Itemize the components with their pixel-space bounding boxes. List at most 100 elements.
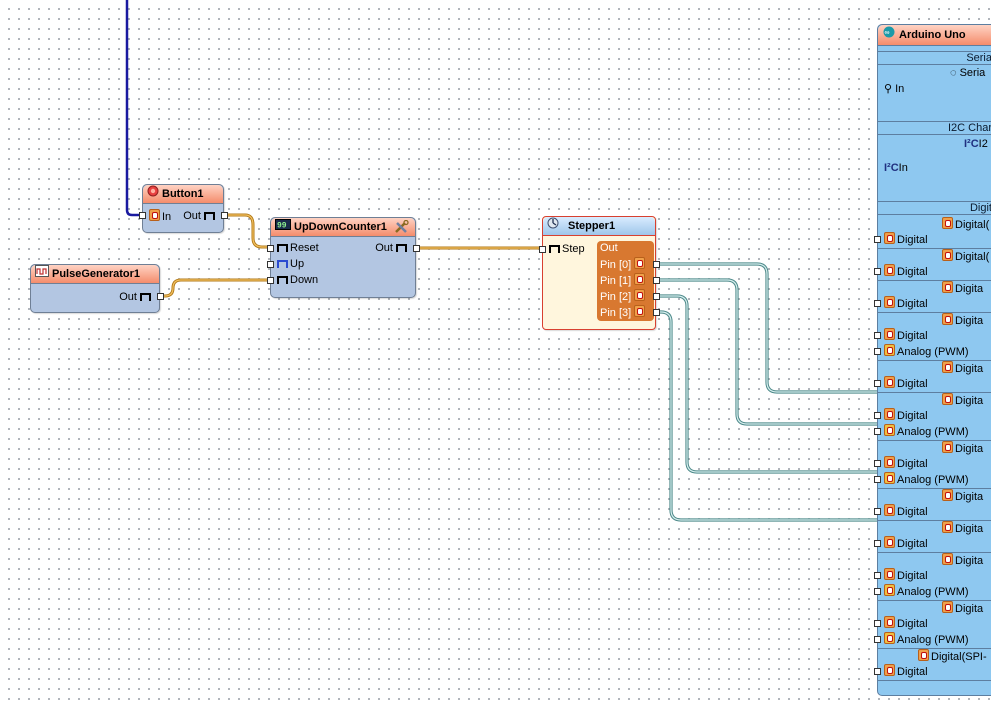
counter-down-pin[interactable] — [267, 277, 274, 284]
digital-header: Digit — [878, 202, 991, 215]
digital-input[interactable]: Digital — [874, 536, 928, 550]
digital-input[interactable]: Digital — [874, 232, 928, 246]
input-pin[interactable] — [874, 588, 881, 595]
digital-input[interactable]: Digital — [874, 664, 928, 678]
tools-icon[interactable] — [394, 219, 409, 240]
input-label: Analog (PWM) — [897, 426, 969, 438]
input-pin[interactable] — [874, 428, 881, 435]
input-pin[interactable] — [874, 412, 881, 419]
analog-pwm-input[interactable]: Analog (PWM) — [874, 424, 969, 438]
stepper-pin-1-out[interactable] — [653, 277, 660, 284]
i2c-header: I2C Char — [878, 122, 991, 135]
input-pin[interactable] — [874, 668, 881, 675]
digital-icon — [942, 521, 953, 533]
input-pin[interactable] — [874, 380, 881, 387]
arduino-title-bar[interactable]: ∞ Arduino Uno — [878, 25, 991, 46]
wire-pulse-to-down[interactable] — [156, 278, 272, 298]
digital-channel: Digita Digital — [874, 280, 991, 313]
input-pin[interactable] — [874, 540, 881, 547]
digital-input[interactable]: Digital — [874, 264, 928, 278]
digital-icon — [634, 305, 646, 317]
input-label: Digital — [897, 458, 928, 470]
counter-down-label: Down — [290, 274, 319, 286]
button-out-pin[interactable] — [221, 212, 228, 219]
wire-button-to-reset[interactable] — [220, 213, 272, 249]
digital-input[interactable]: Digital — [874, 456, 928, 470]
arduino-uno-component[interactable]: ∞ Arduino Uno Seria ◌ Seria ⚲ In I2C Cha… — [874, 24, 991, 696]
counter-component[interactable]: 99 UpDownCounter1 Reset Up Down Out — [267, 217, 420, 298]
analog-icon — [884, 424, 895, 436]
i2c-sub: I²CI2 — [964, 138, 988, 150]
input-pin[interactable] — [874, 620, 881, 627]
pulse-generator-title-bar[interactable]: PulseGenerator1 — [31, 265, 159, 284]
digital-input[interactable]: Digital — [874, 296, 928, 310]
digital-channel: Digita Digital Analog (PWM) — [874, 312, 991, 361]
digital-input[interactable]: Digital — [874, 504, 928, 518]
button-in-pin[interactable] — [139, 212, 146, 219]
input-pin[interactable] — [874, 332, 881, 339]
stepper-title-bar[interactable]: Stepper1 — [543, 217, 655, 236]
analog-icon — [884, 472, 895, 484]
stepper-pin-0-out[interactable] — [653, 261, 660, 268]
analog-pwm-input[interactable]: Analog (PWM) — [874, 632, 969, 646]
pulse-generator-out-pin[interactable] — [157, 293, 164, 300]
digital-input[interactable]: Digital — [874, 568, 928, 582]
digital-input[interactable]: Digital — [874, 328, 928, 342]
analog-pwm-input[interactable]: Analog (PWM) — [874, 584, 969, 598]
serial-sub-label: Seria — [959, 67, 986, 79]
button-component[interactable]: Button1 In Out — [139, 184, 228, 233]
digital-input[interactable]: Digital — [874, 408, 928, 422]
digital-channel: Digita Digital Analog (PWM) — [874, 392, 991, 441]
input-pin[interactable] — [874, 300, 881, 307]
counter-title: UpDownCounter1 — [294, 221, 387, 233]
digital-channel-sub: Digita — [942, 393, 983, 407]
stepper-step-pin[interactable] — [539, 246, 546, 253]
counter-out-pin[interactable] — [413, 245, 420, 252]
pulse-generator-component[interactable]: PulseGenerator1 Out — [30, 264, 164, 313]
button-out-label: Out — [183, 210, 201, 222]
input-pin[interactable] — [874, 508, 881, 515]
input-pin[interactable] — [874, 572, 881, 579]
input-pin[interactable] — [874, 460, 881, 467]
pulse-icon — [277, 244, 288, 252]
stepper-pin-2: Pin [2] — [600, 289, 647, 303]
stepper-step-label: Step — [562, 243, 585, 255]
digital-icon — [942, 489, 953, 501]
stepper-pin-0: Pin [0] — [600, 257, 647, 271]
analog-pwm-input[interactable]: Analog (PWM) — [874, 344, 969, 358]
input-pin[interactable] — [874, 236, 881, 243]
digital-channel: Digital(SPI- Digital — [874, 648, 991, 681]
wire-layer — [125, 0, 879, 522]
digital-channel-sub-label: Digita — [955, 443, 984, 455]
input-pin[interactable] — [874, 268, 881, 275]
stepper-component[interactable]: Stepper1 Step Out Pin [0] Pin [1] Pin [2… — [539, 216, 660, 330]
stepper-pin-3-label: Pin [3] — [600, 307, 632, 319]
stepper-pin-3-out[interactable] — [653, 309, 660, 316]
digital-channel-sub-label: Digita — [955, 491, 984, 503]
digital-input[interactable]: Digital — [874, 376, 928, 390]
input-pin[interactable] — [874, 636, 881, 643]
counter-reset: Reset — [277, 241, 319, 255]
input-pin[interactable] — [874, 348, 881, 355]
analog-icon — [884, 632, 895, 644]
input-pin[interactable] — [874, 476, 881, 483]
digital-icon — [884, 296, 895, 308]
counter-up-pin[interactable] — [267, 261, 274, 268]
counter-title-bar[interactable]: 99 UpDownCounter1 — [271, 218, 415, 237]
button-title-bar[interactable]: Button1 — [143, 185, 223, 204]
counter-reset-label: Reset — [290, 242, 319, 254]
digital-channel-sub-label: Digita — [955, 603, 984, 615]
stepper-pin-3: Pin [3] — [600, 305, 647, 319]
input-label: Analog (PWM) — [897, 634, 969, 646]
stepper-title: Stepper1 — [568, 220, 616, 232]
counter-reset-pin[interactable] — [267, 245, 274, 252]
i2c-section: I2C Char I²CI2 I²CIn — [878, 121, 991, 194]
wire-top-to-button[interactable] — [125, 0, 143, 217]
digital-input[interactable]: Digital — [874, 616, 928, 630]
stepper-pin-2-out[interactable] — [653, 293, 660, 300]
analog-pwm-input[interactable]: Analog (PWM) — [874, 472, 969, 486]
stepper-pin-2-label: Pin [2] — [600, 291, 632, 303]
digital-channel: Digita Digital — [874, 360, 991, 393]
input-label: Digital — [897, 410, 928, 422]
digital-channel-sub: Digita — [942, 361, 983, 375]
